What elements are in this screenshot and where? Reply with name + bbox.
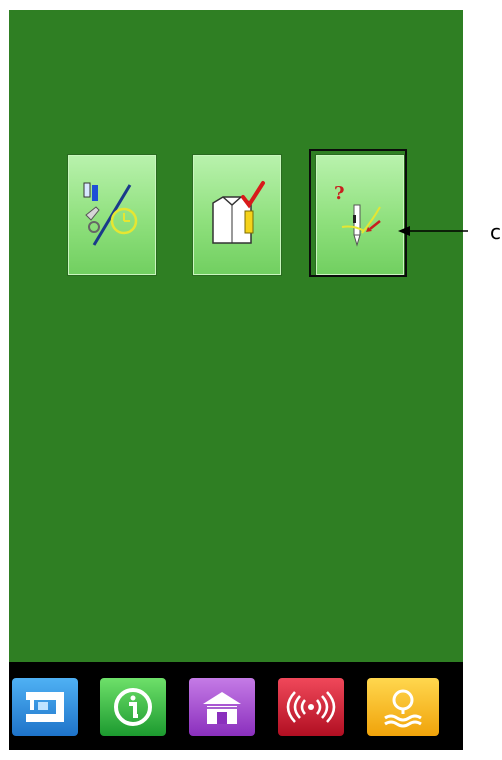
home-button[interactable] (189, 678, 255, 736)
main-panel: ? (9, 10, 463, 662)
callout-label: c (490, 220, 501, 244)
communication-button[interactable] (278, 678, 344, 736)
home-icon (203, 692, 241, 724)
wireless-icon (286, 691, 336, 723)
maintenance-timer-icon (83, 182, 138, 246)
magnifier-icon (384, 689, 422, 728)
info-icon (114, 688, 152, 726)
bottom-taskbar (9, 662, 463, 750)
shirt-check-button[interactable] (192, 154, 282, 276)
info-button[interactable] (100, 678, 166, 736)
sewing-machine-icon (26, 692, 64, 722)
maintenance-button[interactable] (67, 154, 157, 276)
shirt-check-icon (212, 181, 265, 244)
sewing-button[interactable] (12, 678, 78, 736)
callout-arrow (398, 226, 468, 236)
selection-frame (309, 149, 407, 277)
search-button[interactable] (367, 678, 439, 736)
device-screen: ? (9, 10, 463, 750)
